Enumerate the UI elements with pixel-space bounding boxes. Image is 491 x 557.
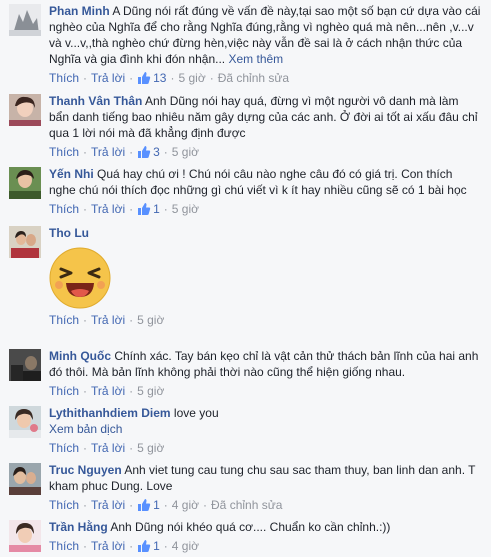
- comment-actions: Thích · Trả lời · 3 · 5 giờ: [49, 144, 481, 163]
- reply-link[interactable]: Trả lời: [91, 539, 125, 553]
- laughing-face-sticker[interactable]: [49, 247, 111, 309]
- see-translation-link[interactable]: Xem bản dịch: [49, 421, 481, 437]
- comment-time[interactable]: 5 giờ: [178, 71, 205, 85]
- reply-link[interactable]: Trả lời: [91, 498, 125, 512]
- comment-author[interactable]: Truc Nguyen: [49, 463, 122, 477]
- like-count[interactable]: 3: [137, 145, 160, 159]
- avatar[interactable]: [9, 167, 41, 199]
- like-link[interactable]: Thích: [49, 313, 79, 327]
- avatar[interactable]: [9, 406, 41, 438]
- reply-link[interactable]: Trả lời: [91, 313, 125, 327]
- avatar[interactable]: [9, 463, 41, 495]
- like-count[interactable]: 1: [137, 498, 160, 512]
- comment-text: Chính xác. Tay bán kẹo chỉ là vật cản th…: [49, 349, 479, 379]
- thumbs-up-icon: [137, 202, 151, 220]
- see-more-link[interactable]: Xem thêm: [228, 52, 283, 66]
- comment-actions: Thích · Trả lời · 5 giờ: [49, 384, 165, 398]
- comment-time[interactable]: 4 giờ: [172, 498, 199, 512]
- comment-author[interactable]: Tho Lu: [49, 226, 89, 240]
- comment-actions: Thích · Trả lời · 1 · 5 giờ: [49, 201, 481, 220]
- comment-time[interactable]: 5 giờ: [137, 384, 164, 398]
- reply-link[interactable]: Trả lời: [91, 202, 125, 216]
- comment-text: love you: [173, 406, 219, 420]
- like-link[interactable]: Thích: [49, 441, 79, 455]
- thumbs-up-icon: [137, 71, 151, 89]
- like-link[interactable]: Thích: [49, 539, 79, 553]
- comment-author[interactable]: Phan Minh: [49, 4, 110, 18]
- comment-author[interactable]: Minh Quốc: [49, 349, 111, 363]
- comment-time[interactable]: 5 giờ: [137, 441, 164, 455]
- like-link[interactable]: Thích: [49, 71, 79, 85]
- edited-label[interactable]: Đã chỉnh sửa: [211, 498, 282, 512]
- like-count[interactable]: 1: [137, 202, 160, 216]
- comment-actions: Thích · Trả lời · 5 giờ: [49, 441, 165, 455]
- avatar[interactable]: [9, 226, 41, 258]
- comment-actions: Thích · Trả lời · 1 · 4 giờ: [49, 538, 481, 557]
- avatar[interactable]: [9, 4, 41, 36]
- like-link[interactable]: Thích: [49, 145, 79, 159]
- reply-link[interactable]: Trả lời: [91, 145, 125, 159]
- avatar[interactable]: [9, 349, 41, 381]
- like-count-value: 1: [153, 539, 160, 553]
- comment-author[interactable]: Trần Hằng: [49, 520, 108, 534]
- comment-actions: Thích · Trả lời · 5 giờ: [49, 313, 165, 327]
- reply-link[interactable]: Trả lời: [91, 441, 125, 455]
- avatar[interactable]: [9, 520, 41, 552]
- comment-time[interactable]: 5 giờ: [172, 145, 199, 159]
- comment-actions: Thích · Trả lời · 1 · 4 giờ · Đã chỉnh sửa: [49, 497, 481, 516]
- avatar[interactable]: [9, 94, 41, 126]
- reply-link[interactable]: Trả lời: [91, 384, 125, 398]
- like-count[interactable]: 13: [137, 71, 166, 85]
- thumbs-up-icon: [137, 498, 151, 516]
- edited-label[interactable]: Đã chỉnh sửa: [218, 71, 289, 85]
- like-count-value: 1: [153, 202, 160, 216]
- comment-actions: Thích · Trả lời · 13 · 5 giờ · Đã chỉnh sửa: [49, 70, 481, 89]
- like-count[interactable]: 1: [137, 539, 160, 553]
- like-count-value: 13: [153, 71, 167, 85]
- like-link[interactable]: Thích: [49, 202, 79, 216]
- thumbs-up-icon: [137, 145, 151, 163]
- comment-author[interactable]: Thanh Vân Thân: [49, 94, 142, 108]
- comment-author[interactable]: Lythithanhdiem Diem: [49, 406, 171, 420]
- comment-time[interactable]: 5 giờ: [137, 313, 164, 327]
- like-count-value: 3: [153, 145, 160, 159]
- comment-time[interactable]: 4 giờ: [172, 539, 199, 553]
- like-link[interactable]: Thích: [49, 384, 79, 398]
- comment-time[interactable]: 5 giờ: [172, 202, 199, 216]
- comment-thread: Phan Minh A Dũng nói rất đúng về vấn đề …: [0, 0, 491, 554]
- like-link[interactable]: Thích: [49, 498, 79, 512]
- comment-author[interactable]: Yến Nhi: [49, 167, 94, 181]
- reply-link[interactable]: Trả lời: [91, 71, 125, 85]
- comment-text: Quá hay chú ơi ! Chú nói câu nào nghe câ…: [49, 167, 467, 197]
- like-count-value: 1: [153, 498, 160, 512]
- comment-text: Anh Dũng nói khéo quá cơ.... Chuẩn ko cầ…: [110, 520, 391, 534]
- thumbs-up-icon: [137, 539, 151, 557]
